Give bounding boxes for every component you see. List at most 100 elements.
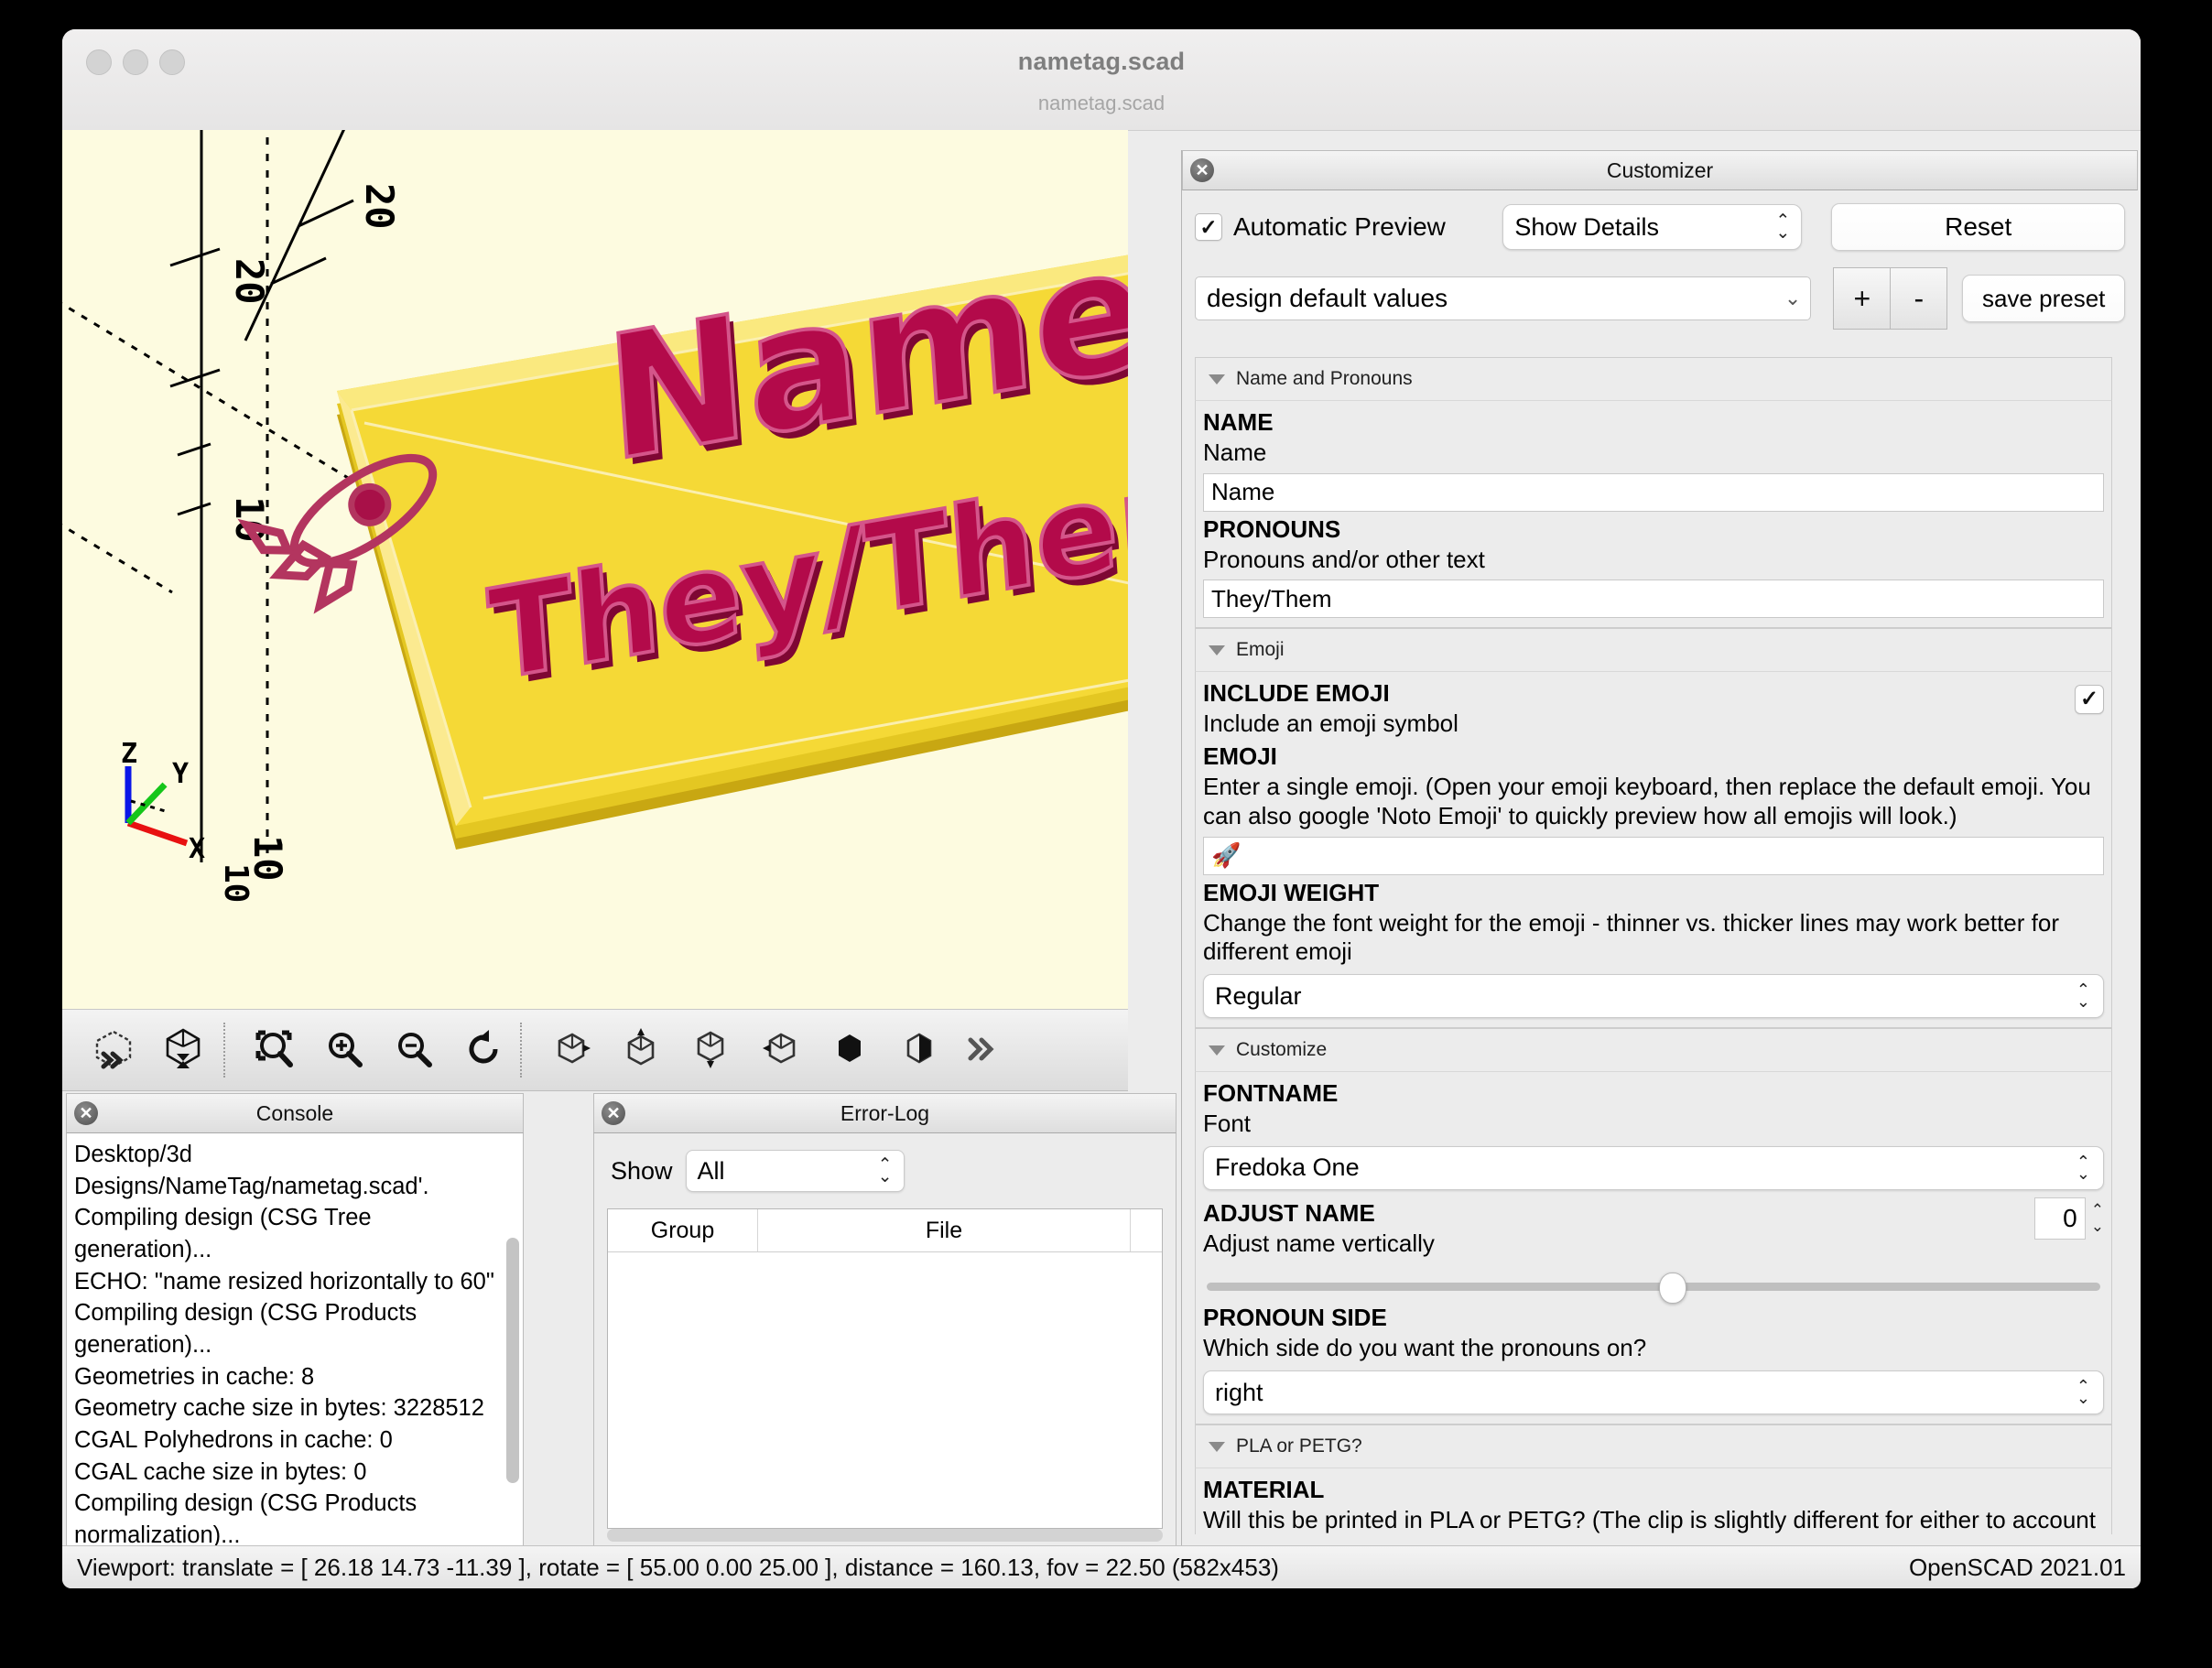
adjust-name-stepper[interactable]: 0 ⌃ ⌄ — [2033, 1197, 2104, 1240]
axis-tick-label: 20 — [357, 183, 402, 230]
zoom-in-icon-button[interactable] — [311, 1015, 377, 1083]
3d-scene: 20 10 20 10 10 — [62, 130, 1128, 1009]
add-preset-label: + — [1853, 281, 1871, 315]
group-header-pla-or-petg[interactable]: PLA or PETG? — [1195, 1424, 2112, 1469]
automatic-preview-control[interactable]: ✓ Automatic Preview — [1195, 212, 1502, 242]
emoji-input[interactable]: 🚀 — [1203, 836, 2104, 875]
error-log-horizontal-scrollbar[interactable] — [607, 1529, 1163, 1542]
param-desc-adjust-name: Adjust name vertically — [1203, 1229, 1435, 1257]
chevron-updown-icon: ⌃ ⌄ — [2076, 1377, 2090, 1408]
axis-label-x: X — [189, 833, 205, 865]
pronouns-input[interactable]: They/Them — [1203, 579, 2104, 619]
param-name-adjust-name: ADJUST NAME — [1203, 1198, 1375, 1227]
column-header-file[interactable]: File — [758, 1209, 1131, 1251]
add-preset-button[interactable]: + — [1833, 267, 1891, 330]
group-title: Customize — [1236, 1039, 1328, 1061]
chevron-updown-icon: ⌃ ⌄ — [2076, 980, 2090, 1012]
console-output-area[interactable]: Desktop/3d Designs/NameTag/nametag.scad'… — [66, 1133, 524, 1552]
fontname-select[interactable]: Fredoka One ⌃ ⌄ — [1203, 1145, 2104, 1190]
reset-button[interactable]: Reset — [1831, 203, 2126, 251]
group-header-name-and-pronouns[interactable]: Name and Pronouns — [1195, 357, 2112, 401]
pronoun-side-select[interactable]: right ⌃ ⌄ — [1203, 1370, 2104, 1415]
error-log-panel: ✕ Error-Log Show All ⌃ ⌄ Group File — [593, 1093, 1176, 1552]
console-scrollbar[interactable] — [506, 1238, 519, 1483]
stepper-arrows-icon[interactable]: ⌃ ⌄ — [2091, 1201, 2104, 1235]
console-title-label: Console — [255, 1100, 334, 1125]
chevron-down-icon — [1209, 1441, 1225, 1452]
slider-thumb[interactable] — [1658, 1273, 1686, 1305]
param-name-name: NAME — [1203, 408, 1274, 436]
axis-label-y: Y — [172, 758, 189, 790]
zoom-out-icon — [391, 1026, 437, 1072]
param-name-pronoun-side: PRONOUN SIDE — [1203, 1304, 1387, 1332]
automatic-preview-label: Automatic Preview — [1233, 212, 1446, 241]
preset-combobox[interactable]: design default values ⌄ — [1195, 276, 1812, 320]
window-subtitle: nametag.scad — [1037, 92, 1166, 114]
group-body-customize: FONTNAME Font Fredoka One ⌃ ⌄ ADJUST NAME… — [1195, 1072, 2112, 1425]
zoom-all-icon-button[interactable] — [242, 1015, 308, 1083]
error-log-filter-row: Show All ⌃ ⌄ — [594, 1133, 1176, 1192]
chevron-updown-icon: ⌃ ⌄ — [877, 1155, 893, 1186]
view-back-icon — [896, 1026, 942, 1072]
group-header-customize[interactable]: Customize — [1195, 1028, 2112, 1073]
app-window: nametag.scad nametag.scad 20 10 20 10 Na… — [62, 29, 2141, 1588]
param-name-pronouns: PRONOUNS — [1203, 514, 1341, 543]
viewport-toolbar — [62, 1009, 1128, 1091]
reset-view-icon-button[interactable] — [450, 1015, 516, 1083]
group-header-emoji[interactable]: Emoji — [1195, 628, 2112, 673]
overflow-chevrons-icon-button[interactable] — [949, 1015, 1014, 1083]
column-header-group[interactable]: Group — [608, 1209, 758, 1251]
customizer-toolbar-row-1: ✓ Automatic Preview Show Details ⌃ ⌄ Rese… — [1195, 203, 2126, 251]
error-log-close-icon[interactable]: ✕ — [602, 1101, 625, 1125]
group-title: PLA or PETG? — [1236, 1435, 1362, 1457]
render-cgal-icon-button[interactable] — [150, 1015, 216, 1083]
parameter-list[interactable]: Name and Pronouns NAME Name Name PRONOUN… — [1195, 357, 2112, 1534]
zoom-in-icon — [321, 1026, 367, 1072]
3d-viewport[interactable]: 20 10 20 10 10 — [62, 130, 1128, 1009]
reset-button-label: Reset — [1945, 212, 2012, 241]
error-log-panel-title: ✕ Error-Log — [593, 1093, 1176, 1133]
param-desc-material: Will this be printed in PLA or PETG? (Th… — [1203, 1506, 2096, 1534]
zoom-out-icon-button[interactable] — [381, 1015, 447, 1083]
error-log-table[interactable]: Group File — [607, 1208, 1163, 1529]
emoji-weight-value: Regular — [1215, 981, 1302, 1010]
column-header-extra[interactable] — [1131, 1209, 1162, 1251]
view-bottom-icon-button[interactable] — [678, 1015, 743, 1083]
view-left-icon-button[interactable] — [747, 1015, 813, 1083]
group-body-emoji: INCLUDE EMOJI Include an emoji symbol ✓ … — [1195, 672, 2112, 1029]
remove-preset-button[interactable]: - — [1890, 267, 1948, 330]
remove-preset-label: - — [1914, 281, 1925, 315]
console-output-text: Desktop/3d Designs/NameTag/nametag.scad'… — [74, 1142, 494, 1549]
automatic-preview-checkbox[interactable]: ✓ — [1195, 213, 1222, 241]
emoji-weight-select[interactable]: Regular ⌃ ⌄ — [1203, 974, 2104, 1019]
preview-render-icon-button[interactable] — [81, 1015, 146, 1083]
adjust-name-slider[interactable] — [1207, 1273, 2100, 1305]
view-front-icon-button[interactable] — [817, 1015, 883, 1083]
param-desc-pronoun-side: Which side do you want the pronouns on? — [1203, 1334, 1647, 1362]
include-emoji-checkbox[interactable]: ✓ — [2075, 685, 2104, 715]
view-top-icon-button[interactable] — [608, 1015, 674, 1083]
view-back-icon-button[interactable] — [886, 1015, 952, 1083]
param-desc-emoji: Enter a single emoji. (Open your emoji k… — [1203, 773, 2091, 829]
customizer-toolbar-row-2: design default values ⌄ + - save preset — [1195, 267, 2126, 330]
error-log-table-header: Group File — [608, 1209, 1162, 1252]
customizer-close-icon[interactable]: ✕ — [1190, 158, 1214, 182]
console-close-icon[interactable]: ✕ — [74, 1101, 98, 1125]
error-log-show-select[interactable]: All ⌃ ⌄ — [685, 1150, 905, 1192]
error-log-body: Show All ⌃ ⌄ Group File — [593, 1133, 1176, 1552]
view-right-icon-button[interactable] — [538, 1015, 604, 1083]
chevron-down-icon — [1209, 644, 1225, 655]
view-front-icon — [827, 1026, 873, 1072]
save-preset-button[interactable]: save preset — [1962, 275, 2126, 322]
param-name-include-emoji: INCLUDE EMOJI — [1203, 679, 1390, 708]
parameter-group: Emoji INCLUDE EMOJI Include an emoji sym… — [1195, 628, 2112, 1029]
parameter-group: Name and Pronouns NAME Name Name PRONOUN… — [1195, 357, 2112, 629]
preview-render-icon — [91, 1026, 136, 1072]
param-name-emoji: EMOJI — [1203, 742, 1277, 771]
console-panel-title: ✕ Console — [66, 1093, 524, 1133]
detail-level-select[interactable]: Show Details ⌃ ⌄ — [1502, 204, 1803, 250]
group-body-name-and-pronouns: NAME Name Name PRONOUNS Pronouns and/or … — [1195, 401, 2112, 629]
adjust-name-value[interactable]: 0 — [2033, 1197, 2086, 1240]
param-desc-emoji-weight: Change the font weight for the emoji - t… — [1203, 908, 2059, 966]
name-input[interactable]: Name — [1203, 472, 2104, 512]
